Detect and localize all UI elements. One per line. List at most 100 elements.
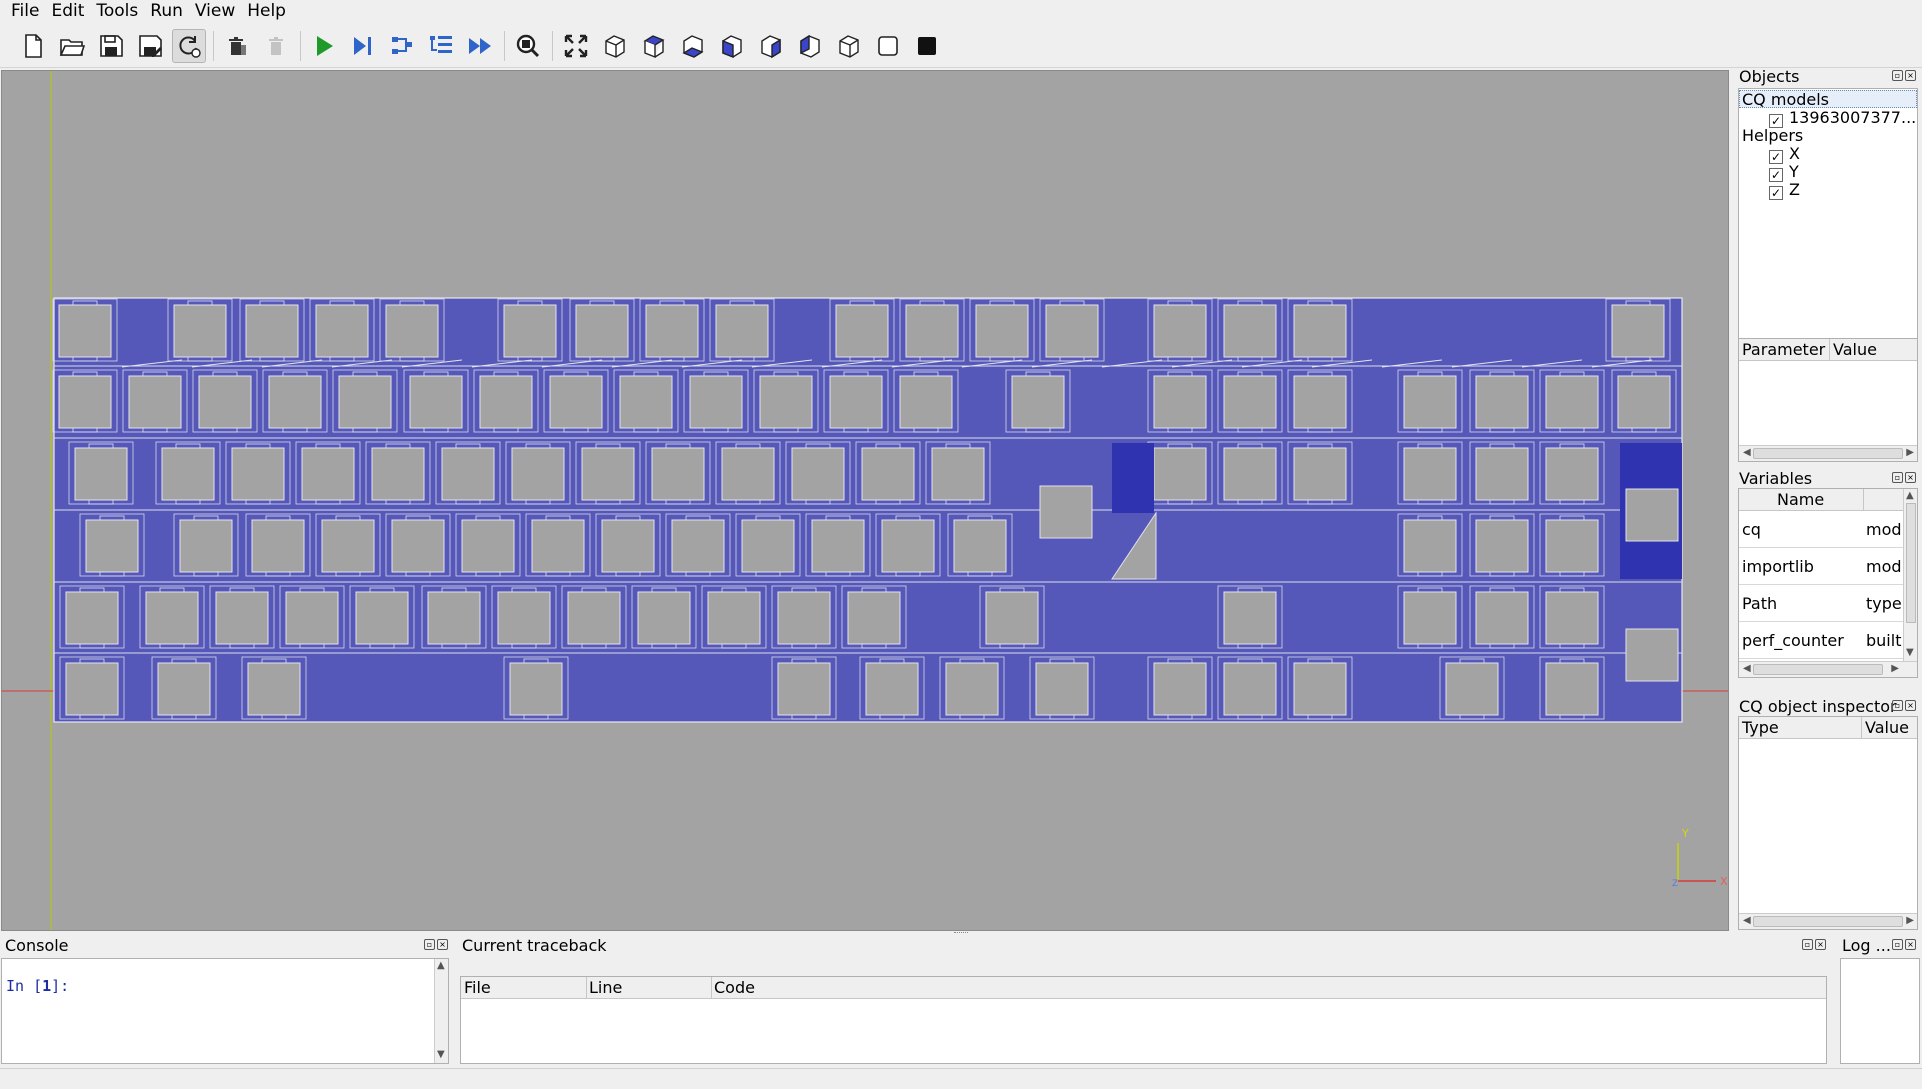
run-button[interactable] [307,29,341,63]
scroll-left-icon[interactable]: ◀ [1743,447,1751,458]
tree-item-cq-models[interactable]: CQ models [1739,90,1917,109]
autoreload-button[interactable] [172,28,206,63]
variables-table[interactable]: Name cqmodu importlibmodu Pathtype perf_… [1738,488,1918,678]
delete-button[interactable] [259,29,293,63]
float-icon[interactable]: ▫ [424,939,435,950]
right-view-button[interactable] [832,29,866,63]
menu-edit[interactable]: Edit [45,0,90,22]
scroll-right-icon[interactable]: ▶ [1906,447,1914,458]
scroll-down-icon[interactable]: ▼ [437,1049,445,1060]
new-file-button[interactable] [16,29,50,63]
save-as-button[interactable] [133,29,167,63]
traceback-table[interactable]: File Line Code [460,976,1827,1064]
variables-hscrollbar[interactable]: ◀ ▶ [1739,661,1917,677]
log-dock-buttons[interactable]: ▫ × [1892,939,1916,951]
menu-tools[interactable]: Tools [90,0,144,22]
parameter-table[interactable]: Parameter Value ◀ ▶ [1738,338,1918,462]
switch-cutout [1293,447,1347,501]
inspector-hscrollbar[interactable]: ◀ ▶ [1739,913,1917,929]
step-over-button[interactable] [385,29,419,63]
column-header-name[interactable]: Name [1777,490,1824,510]
tree-item-helper-z[interactable]: ✓ Z [1769,181,1800,200]
wireframe-button[interactable] [871,29,905,63]
switch-cutout [835,304,889,358]
left-view-button[interactable] [793,29,827,63]
scroll-thumb[interactable] [1753,448,1903,459]
step-in-button[interactable] [424,29,458,63]
continue-button[interactable] [463,29,497,63]
inspector-dock-buttons[interactable]: ▫ × [1892,700,1916,712]
checkbox-checked-icon[interactable]: ✓ [1769,150,1783,164]
float-icon[interactable]: ▫ [1802,939,1813,950]
shaded-button[interactable] [910,29,944,63]
column-header-line[interactable]: Line [589,978,622,998]
scroll-thumb[interactable] [1906,503,1916,623]
variable-row[interactable]: perf_counter builti [1739,622,1903,659]
switch-cutout [301,447,355,501]
variable-row[interactable]: importlibmodu [1739,548,1903,585]
switch-cutout [321,519,375,573]
scroll-left-icon[interactable]: ◀ [1743,663,1751,674]
console-dock-buttons[interactable]: ▫ × [424,939,448,951]
close-icon[interactable]: × [1905,472,1916,483]
objects-dock-buttons[interactable]: ▫ × [1892,70,1916,82]
parameter-hscrollbar[interactable]: ◀ ▶ [1739,445,1917,461]
column-header-code[interactable]: Code [714,978,755,998]
close-icon[interactable]: × [1905,70,1916,81]
variables-dock-buttons[interactable]: ▫ × [1892,472,1916,484]
traceback-dock-buttons[interactable]: ▫ × [1802,939,1826,951]
open-file-button[interactable] [55,29,89,63]
column-header-type[interactable]: Type [1742,718,1779,738]
tree-item-helpers[interactable]: Helpers [1742,127,1803,145]
menu-file[interactable]: File [5,0,45,22]
3d-viewport[interactable]: Y X Z [1,70,1729,931]
switch-cutout [1545,591,1599,645]
scroll-thumb[interactable] [1753,916,1903,927]
close-icon[interactable]: × [1815,939,1826,950]
scroll-up-icon[interactable]: ▲ [437,960,445,971]
scroll-right-icon[interactable]: ▶ [1891,663,1899,674]
console-vscrollbar[interactable]: ▲ ▼ [434,959,448,1063]
save-button[interactable] [94,29,128,63]
scroll-thumb[interactable] [1753,664,1883,675]
float-icon[interactable]: ▫ [1892,472,1903,483]
variable-row[interactable]: cqmodu [1739,511,1903,548]
scroll-up-icon[interactable]: ▲ [1906,490,1914,501]
column-header-value[interactable]: Value [1833,340,1877,360]
column-header-parameter[interactable]: Parameter [1742,340,1825,360]
variables-vscrollbar[interactable]: ▲ ▼ [1903,489,1917,661]
menu-help[interactable]: Help [241,0,292,22]
log-panel[interactable] [1840,958,1920,1064]
top-view-button[interactable] [637,29,671,63]
checkbox-checked-icon[interactable]: ✓ [1769,168,1783,182]
console-panel[interactable]: In [1]: ▲ ▼ [1,958,449,1064]
column-header-value[interactable]: Value [1865,718,1909,738]
close-icon[interactable]: × [1905,700,1916,711]
keyboard-plate-model[interactable] [52,297,1683,723]
clear-stack-button[interactable] [220,29,254,63]
float-icon[interactable]: ▫ [1892,939,1903,950]
scroll-right-icon[interactable]: ▶ [1906,915,1914,926]
fit-all-button[interactable] [559,29,593,63]
debug-button[interactable] [346,29,380,63]
scroll-down-icon[interactable]: ▼ [1906,647,1914,658]
scroll-left-icon[interactable]: ◀ [1743,915,1751,926]
menu-view[interactable]: View [189,0,241,22]
inspector-table[interactable]: Type Value ◀ ▶ [1738,716,1918,930]
checkbox-checked-icon[interactable]: ✓ [1769,186,1783,200]
close-icon[interactable]: × [1905,939,1916,950]
zoom-search-button[interactable] [511,29,545,63]
bottom-view-button[interactable] [676,29,710,63]
menu-run[interactable]: Run [144,0,189,22]
switch-cutout [575,304,629,358]
column-header-file[interactable]: File [464,978,491,998]
front-view-button[interactable] [715,29,749,63]
iso-view-button[interactable] [598,29,632,63]
back-view-button[interactable] [754,29,788,63]
close-icon[interactable]: × [437,939,448,950]
float-icon[interactable]: ▫ [1892,700,1903,711]
variable-row[interactable]: Path type [1739,585,1903,622]
inspector-table-header: Type Value [1739,717,1917,739]
float-icon[interactable]: ▫ [1892,70,1903,81]
cad-scene[interactable]: Y X Z [2,71,1729,931]
